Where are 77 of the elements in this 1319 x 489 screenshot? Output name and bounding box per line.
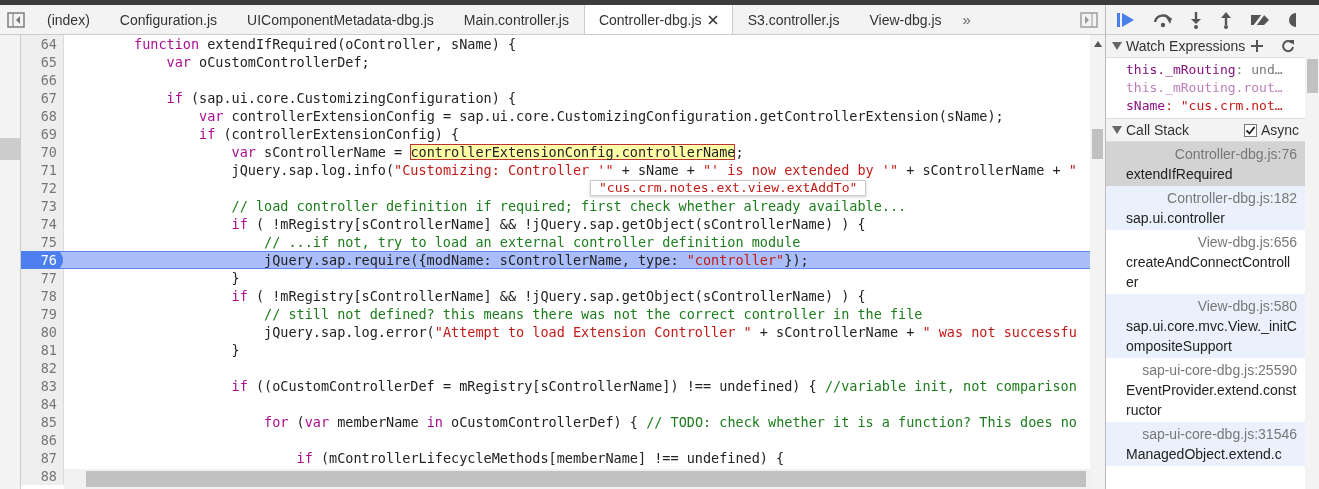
watch-expression[interactable]: this._mRouting: und… xyxy=(1106,61,1305,79)
line-number[interactable]: 83 xyxy=(21,377,64,395)
code-line: } xyxy=(230,341,240,359)
scroll-up-icon[interactable] xyxy=(1093,41,1102,47)
line-number[interactable]: 68 xyxy=(21,107,64,125)
code-line: if (mControllerLifecycleMethods[memberName] !== undefined) { xyxy=(295,449,785,467)
line-number[interactable]: 88 xyxy=(21,467,64,485)
editor-tab[interactable]: Configuration.js xyxy=(104,5,233,34)
call-frame[interactable]: View-dbg.js:580 sap.ui.core.mvc.View._initCompositeSupport xyxy=(1106,294,1305,358)
line-number[interactable]: 69 xyxy=(21,125,64,143)
code-line: if (controllerExtensionConfig) { xyxy=(198,125,460,143)
scrollbar-thumb[interactable] xyxy=(1092,129,1103,159)
call-frame[interactable]: Controller-dbg.js:182 sap.ui.controller xyxy=(1106,186,1305,230)
line-number[interactable]: 77 xyxy=(21,269,64,287)
line-number[interactable]: 80 xyxy=(21,323,64,341)
line-number[interactable]: 85 xyxy=(21,413,64,431)
more-tabs-button[interactable]: » xyxy=(956,5,977,34)
step-out-icon[interactable] xyxy=(1218,10,1234,29)
code-line: // ...if not, try to load an external controller definition module xyxy=(263,233,801,251)
line-number[interactable]: 74 xyxy=(21,215,64,233)
scrollbar-thumb[interactable] xyxy=(1306,59,1318,93)
expand-triangle-icon[interactable] xyxy=(1112,42,1122,50)
editor-tab[interactable]: View-dbg.js xyxy=(854,5,957,34)
editor-tab[interactable]: UIComponentMetadata-dbg.js xyxy=(232,5,449,34)
code-line: for (var memberName in oCustomControllerDef) { // TODO: check whether it is a function? This does no xyxy=(263,413,1077,431)
add-icon[interactable] xyxy=(1251,40,1264,52)
line-number[interactable]: 84 xyxy=(21,395,64,413)
code-line: var oCustomControllerDef; xyxy=(165,53,370,71)
code-line: jQuery.sap.log.error("Attempt to load Extension Controller " + sControllerName + " was not successfu xyxy=(263,323,1077,341)
line-number[interactable]: 67 xyxy=(21,89,64,107)
value-tooltip: "cus.crm.notes.ext.view.extAddTo" xyxy=(590,180,867,196)
call-stack-header[interactable]: Call Stack Async xyxy=(1106,118,1305,142)
line-number[interactable]: 71 xyxy=(21,161,64,179)
line-number[interactable]: 78 xyxy=(21,287,64,305)
editor-tab[interactable]: S3.controller.js xyxy=(732,5,855,34)
code-line: if ((oCustomControllerDef = mRegistry[sControllerName]) !== undefined) { //variable init, not comparison xyxy=(230,377,1077,395)
code-line: // load controller definition if required; first check whether already available... xyxy=(230,197,907,215)
line-number[interactable]: 86 xyxy=(21,431,64,449)
line-number[interactable]: 66 xyxy=(21,71,64,89)
watch-expression[interactable]: sName: "cus.crm.not… xyxy=(1106,97,1305,115)
line-number[interactable]: 79 xyxy=(21,305,64,323)
line-number[interactable]: 72 xyxy=(21,179,64,197)
code-line: } xyxy=(230,269,240,287)
code-line: if (sap.ui.core.CustomizingConfiguration) { xyxy=(165,89,517,107)
pause-exceptions-icon[interactable] xyxy=(1286,10,1296,29)
line-number[interactable]: 65 xyxy=(21,53,64,71)
section-title: Watch Expressions xyxy=(1126,38,1246,54)
section-title: Call Stack xyxy=(1126,122,1190,138)
editor-tab[interactable]: Main.controller.js xyxy=(448,5,584,34)
code-line: // still not defined? this means there was not the correct controller in the file xyxy=(263,305,923,323)
scroll-marker xyxy=(0,138,20,160)
code-line: function extendIfRequired(oController, sName) { xyxy=(133,35,517,53)
close-icon[interactable] xyxy=(707,14,718,25)
scrollbar-thumb[interactable] xyxy=(86,471,1086,487)
line-number[interactable]: 82 xyxy=(21,359,64,377)
async-label: Async xyxy=(1260,122,1299,138)
code-line: jQuery.sap.require({modName: sControllerName, type: "controller"}); xyxy=(263,251,809,269)
line-number[interactable]: 87 xyxy=(21,449,64,467)
line-number[interactable]: 73 xyxy=(21,197,64,215)
code-line: jQuery.sap.log.info("Customizing: Controller '" + sName + "' is now extended by '" + sControllerName + " xyxy=(230,161,1077,179)
line-number[interactable]: 81 xyxy=(21,341,64,359)
call-frame[interactable]: Controller-dbg.js:76 extendIfRequired xyxy=(1106,142,1305,186)
expand-triangle-icon[interactable] xyxy=(1112,126,1122,134)
editor-tab[interactable]: Controller-dbg.js xyxy=(583,5,733,34)
line-number[interactable]: 76 xyxy=(21,251,64,269)
watch-expression[interactable]: this._mRouting.rout… xyxy=(1106,79,1305,97)
watch-expressions-header[interactable]: Watch Expressions xyxy=(1106,35,1305,58)
line-number[interactable]: 75 xyxy=(21,233,64,251)
async-checkbox[interactable] xyxy=(1243,123,1257,137)
code-line: if ( !mRegistry[sControllerName] && !jQuery.sap.getObject(sControllerName) ) { xyxy=(230,215,866,233)
line-number[interactable]: 64 xyxy=(21,35,64,53)
editor-tab[interactable]: (index) xyxy=(32,5,105,34)
call-frame[interactable]: sap-ui-core-dbg.js:31546 ManagedObject.extend.c xyxy=(1106,422,1305,466)
code-line: if ( !mRegistry[sControllerName] && !jQuery.sap.getObject(sControllerName) ) { xyxy=(230,287,866,305)
refresh-icon[interactable] xyxy=(1281,39,1296,53)
code-line: var controllerExtensionConfig = sap.ui.core.CustomizingConfiguration.getControllerExtension(sName); xyxy=(198,107,1004,125)
line-number[interactable]: 70 xyxy=(21,143,64,161)
